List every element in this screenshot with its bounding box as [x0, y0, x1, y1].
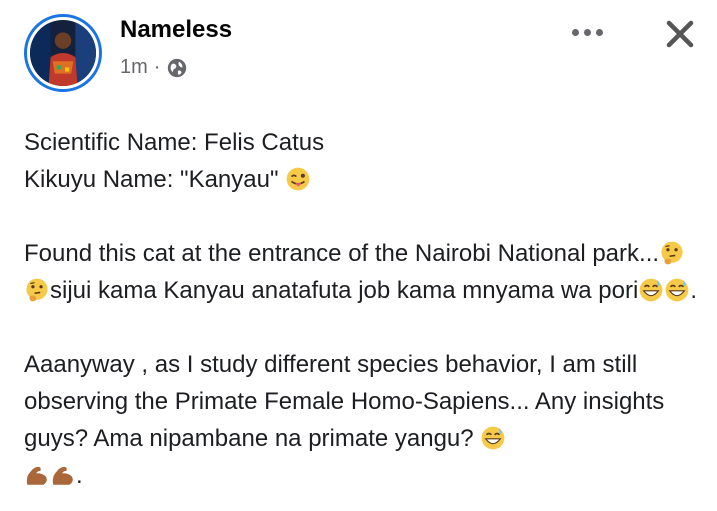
more-options-icon: [595, 28, 603, 36]
post-line: Scientific Name: Felis Catus: [24, 129, 325, 156]
more-options-icon: [571, 28, 579, 36]
winking-tongue-emoji: [286, 167, 310, 191]
author-name[interactable]: Nameless: [120, 16, 232, 44]
post-text: Scientific Name: Felis Catus Kikuyu Name…: [24, 124, 704, 494]
post-time[interactable]: 1m: [120, 56, 148, 79]
grinning-sweat-emoji: [481, 426, 505, 450]
more-options-icon: [583, 28, 591, 36]
profile-photo: [30, 20, 96, 86]
flexed-biceps-emoji: [26, 466, 47, 485]
close-icon: [666, 20, 694, 48]
post-paragraph: Aaanyway , as I study different species …: [24, 351, 665, 489]
flexed-biceps-emoji: [52, 466, 73, 485]
close-button[interactable]: [660, 14, 700, 54]
avatar[interactable]: [24, 14, 102, 92]
post-line: Kikuyu Name: "Kanyau": [24, 161, 704, 198]
globe-icon[interactable]: [166, 57, 188, 79]
post-paragraph: Found this cat at the entrance of the Na…: [24, 240, 697, 304]
meta-separator: ·: [153, 56, 161, 78]
post-meta: 1m ·: [120, 56, 188, 79]
more-options-button[interactable]: [567, 20, 607, 44]
grinning-sweat-emoji: [639, 278, 663, 302]
thinking-face-emoji: [26, 278, 48, 302]
thinking-face-emoji: [661, 241, 683, 265]
grinning-sweat-emoji: [665, 278, 689, 302]
